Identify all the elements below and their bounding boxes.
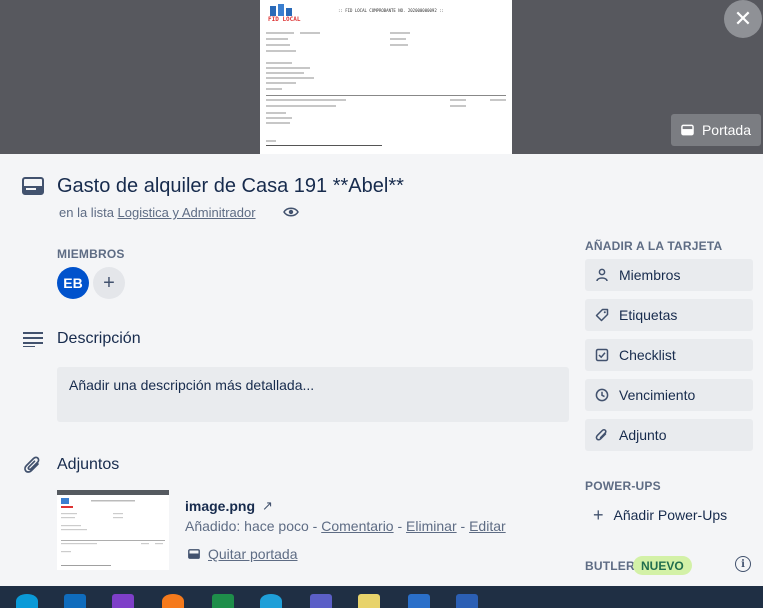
- add-member-button[interactable]: +: [93, 267, 125, 299]
- edge-icon[interactable]: [260, 594, 282, 608]
- outlook-icon[interactable]: [64, 594, 86, 608]
- add-powerups-button[interactable]: + Añadir Power-Ups: [585, 499, 753, 531]
- thumbnail-document-icon: [61, 498, 165, 566]
- cover-document-image: FID LOCAL :: FID LOCAL COMPROBANTE NO. 2…: [260, 0, 512, 154]
- comment-link[interactable]: Comentario: [321, 518, 393, 534]
- powerups-label: POWER-UPS: [585, 479, 661, 493]
- cover-button-label: Portada: [701, 122, 751, 138]
- cover-button[interactable]: Portada: [671, 114, 761, 146]
- remove-cover-label: Quitar portada: [208, 546, 298, 562]
- checkbox-icon: [595, 348, 609, 362]
- avatar[interactable]: EB: [57, 267, 89, 299]
- description-icon: [23, 332, 43, 347]
- firefox-icon[interactable]: [162, 594, 184, 608]
- attachments-heading: Adjuntos: [57, 456, 120, 473]
- paperclip-icon: [595, 428, 607, 441]
- attachment-added: Añadido: hace poco: [185, 518, 309, 534]
- description-heading: Descripción: [57, 330, 141, 347]
- edit-link[interactable]: Editar: [469, 518, 506, 534]
- doc-header: :: FID LOCAL COMPROBANTE NO. 20200000009…: [338, 8, 444, 13]
- attachment-button-label: Adjunto: [619, 427, 667, 443]
- add-to-card-label: AÑADIR A LA TARJETA: [585, 239, 723, 253]
- close-icon: ✕: [733, 6, 753, 31]
- doc-brand: FID LOCAL: [268, 16, 301, 23]
- attachment-button[interactable]: Adjunto: [585, 419, 753, 451]
- plus-icon: +: [593, 504, 604, 525]
- paperclip-icon: [24, 456, 40, 473]
- labels-button[interactable]: Etiquetas: [585, 299, 753, 331]
- close-button[interactable]: ✕: [724, 0, 762, 38]
- labels-button-label: Etiquetas: [619, 307, 678, 323]
- list-info: en la lista Logistica y Adminitrador: [59, 205, 256, 220]
- members-button[interactable]: Miembros: [585, 259, 753, 291]
- list-link[interactable]: Logistica y Adminitrador: [118, 205, 256, 220]
- card-icon: [22, 177, 44, 195]
- person-icon: [596, 268, 608, 282]
- skype-icon[interactable]: [16, 594, 38, 608]
- checklist-button-label: Checklist: [619, 347, 676, 363]
- remove-cover-button[interactable]: Quitar portada: [188, 546, 298, 562]
- notepad-icon[interactable]: [358, 594, 380, 608]
- members-button-label: Miembros: [619, 267, 681, 283]
- tag-icon: [595, 308, 609, 322]
- new-badge: NUEVO: [633, 556, 692, 575]
- members-label: MIEMBROS: [57, 247, 125, 261]
- in-list-prefix: en la lista: [59, 205, 114, 220]
- checklist-button[interactable]: Checklist: [585, 339, 753, 371]
- delete-link[interactable]: Eliminar: [406, 518, 457, 534]
- butler-label: BUTLER: [585, 559, 635, 573]
- card-cover-icon: [188, 549, 200, 559]
- teams-icon[interactable]: [310, 594, 332, 608]
- word-icon[interactable]: [456, 594, 478, 608]
- visual-studio-icon[interactable]: [112, 594, 134, 608]
- info-icon[interactable]: i: [735, 556, 751, 572]
- add-powerups-label: Añadir Power-Ups: [613, 507, 728, 523]
- eye-icon[interactable]: [283, 206, 299, 218]
- attachment-meta: Añadido: hace poco - Comentario - Elimin…: [185, 518, 506, 534]
- open-external-icon[interactable]: ↗: [262, 498, 273, 514]
- due-date-button[interactable]: Vencimiento: [585, 379, 753, 411]
- card-cover-icon: [681, 124, 694, 136]
- due-date-button-label: Vencimiento: [619, 387, 696, 403]
- card-title[interactable]: Gasto de alquiler de Casa 191 **Abel**: [57, 175, 404, 198]
- card-cover: FID LOCAL :: FID LOCAL COMPROBANTE NO. 2…: [0, 0, 763, 154]
- excel-icon[interactable]: [212, 594, 234, 608]
- attachment-name[interactable]: image.png: [185, 498, 255, 514]
- description-input[interactable]: Añadir una descripción más detallada...: [57, 367, 569, 422]
- clock-icon: [595, 388, 609, 402]
- attachment-thumbnail[interactable]: [57, 490, 169, 570]
- remote-desktop-icon[interactable]: [408, 594, 430, 608]
